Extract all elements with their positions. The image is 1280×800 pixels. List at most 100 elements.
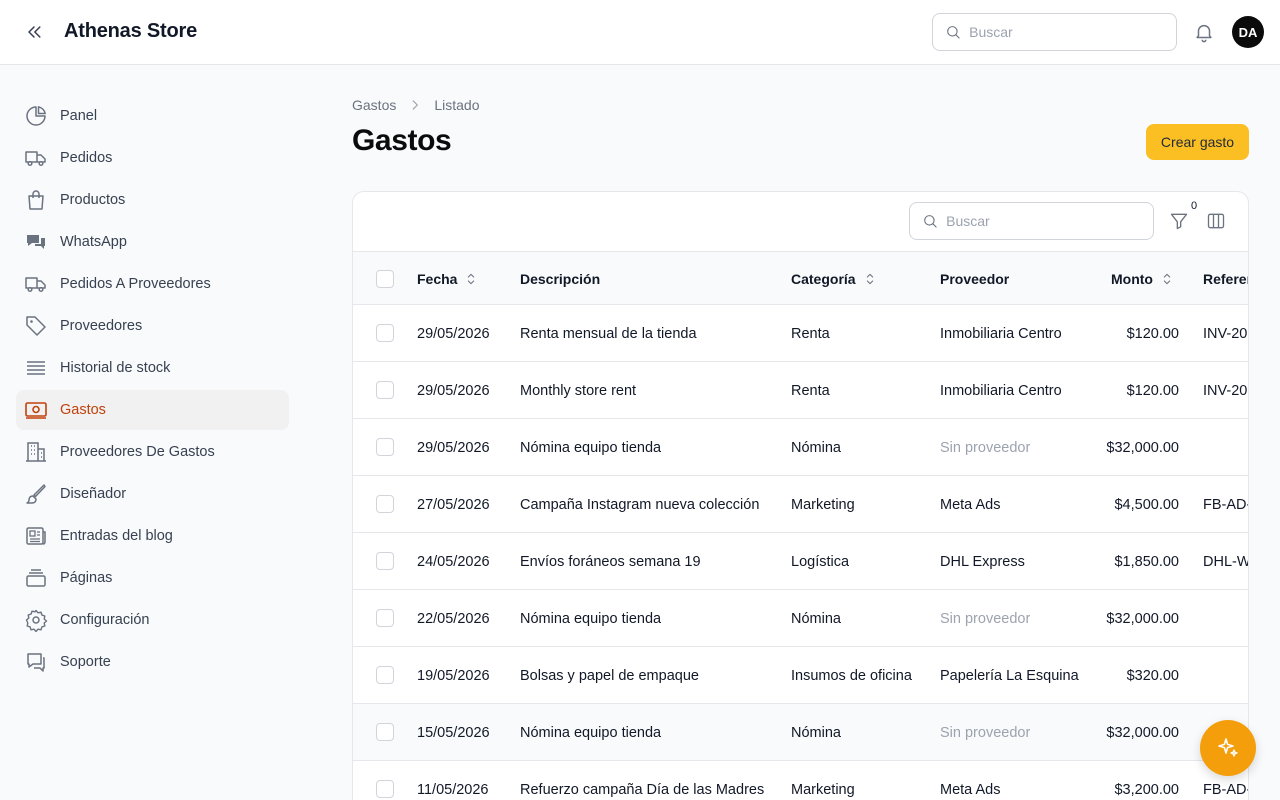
cell-provider: Meta Ads: [940, 496, 1001, 513]
chat-bubbles-icon: [24, 230, 48, 254]
column-header-amount[interactable]: Monto: [1111, 252, 1175, 305]
avatar[interactable]: DA: [1232, 16, 1264, 48]
sidebar-item-label: Pedidos A Proveedores: [60, 276, 211, 292]
column-header-category[interactable]: Categoría: [791, 252, 878, 305]
row-checkbox[interactable]: [376, 666, 394, 684]
header-search-input[interactable]: [969, 24, 1176, 40]
column-header-label: Proveedor: [940, 270, 1010, 287]
truck-icon: [24, 146, 48, 170]
table-row[interactable]: 24/05/2026 Envíos foráneos semana 19 Logís…: [353, 533, 1249, 590]
cell-amount: $120.00: [1126, 382, 1179, 399]
header-search[interactable]: [932, 13, 1177, 51]
cell-provider: Sin proveedor: [940, 724, 1031, 741]
search-icon: [945, 23, 961, 41]
columns-icon[interactable]: [1204, 209, 1228, 233]
sort-icon[interactable]: [862, 271, 878, 287]
sidebar-item-paginas[interactable]: Páginas: [16, 558, 289, 598]
sidebar-item-label: Gastos: [60, 402, 106, 418]
paintbrush-icon: [24, 482, 48, 506]
ai-assistant-button[interactable]: [1200, 720, 1256, 776]
table-body: 29/05/2026 Renta mensual de la tienda Rent…: [353, 305, 1249, 800]
row-checkbox[interactable]: [376, 495, 394, 513]
cell-provider: Sin proveedor: [940, 610, 1031, 627]
column-header-label: Categoría: [791, 270, 856, 287]
sidebar-item-proveedores[interactable]: Proveedores: [16, 306, 289, 346]
filter-icon[interactable]: [1167, 209, 1191, 233]
cell-category: Marketing: [791, 496, 855, 513]
table-row[interactable]: 29/05/2026 Renta mensual de la tienda Rent…: [353, 305, 1248, 362]
table-search[interactable]: [909, 202, 1154, 240]
row-checkbox[interactable]: [376, 552, 394, 570]
sidebar-item-label: Historial de stock: [60, 360, 171, 376]
cell-description: Nómina equipo tienda: [520, 439, 662, 456]
sidebar-item-pedidos[interactable]: Pedidos: [16, 138, 289, 178]
table-row[interactable]: 22/05/2026 Nómina equipo tienda Nómina Sin …: [353, 590, 1248, 647]
cell-reference: [1203, 419, 1248, 476]
table-row[interactable]: 29/05/2026 Nómina equipo tienda Nómina Sin …: [353, 419, 1248, 476]
cell-reference: [1203, 590, 1248, 647]
table-search-input[interactable]: [946, 213, 1153, 229]
table-row[interactable]: 29/05/2026 Monthly store rent Renta Inmobil…: [353, 362, 1248, 419]
column-header-label: Referencia: [1203, 270, 1248, 287]
sort-icon[interactable]: [1159, 271, 1175, 287]
stack-icon: [24, 356, 48, 380]
select-all-checkbox[interactable]: [376, 270, 394, 288]
bell-icon[interactable]: [1192, 20, 1216, 44]
cell-date: 11/05/2026: [417, 781, 489, 798]
row-checkbox[interactable]: [376, 381, 394, 399]
sidebar-item-pedidos-proveedores[interactable]: Pedidos A Proveedores: [16, 264, 289, 304]
table-row[interactable]: 19/05/2026 Bolsas y papel de empaque Insum…: [353, 647, 1248, 704]
sidebar-item-label: Configuración: [60, 612, 150, 628]
cell-category: Nómina: [791, 439, 841, 456]
sort-icon[interactable]: [463, 271, 479, 287]
cell-reference: INV-20: [1203, 382, 1248, 399]
cell-category: Renta: [791, 325, 830, 342]
sidebar-item-configuracion[interactable]: Configuración: [16, 600, 289, 640]
table-row[interactable]: 11/05/2026 Refuerzo campaña Día de las Ma…: [353, 761, 1248, 800]
sidebar-item-label: Proveedores: [60, 318, 143, 334]
top-bar: Athenas Store DA: [0, 0, 1280, 65]
sidebar-item-label: Productos: [60, 192, 126, 208]
sidebar-item-gastos[interactable]: Gastos: [16, 390, 289, 430]
column-header-date[interactable]: Fecha: [417, 252, 479, 305]
chevrons-left-icon[interactable]: [22, 20, 46, 44]
sidebar-item-blog[interactable]: Entradas del blog: [16, 516, 289, 556]
sidebar-item-label: Páginas: [60, 570, 113, 586]
cell-date: 29/05/2026: [417, 382, 490, 399]
row-checkbox[interactable]: [376, 723, 394, 741]
row-checkbox[interactable]: [376, 609, 394, 627]
cell-amount: $320.00: [1126, 667, 1179, 684]
chevron-right-icon: [408, 98, 422, 112]
row-checkbox[interactable]: [376, 438, 394, 456]
sidebar-item-whatsapp[interactable]: WhatsApp: [16, 222, 289, 262]
sidebar: Panel Pedidos Productos WhatsApp Pedidos…: [0, 65, 305, 800]
cell-amount: $1,850.00: [1114, 553, 1179, 570]
tag-icon: [24, 314, 48, 338]
sidebar-item-soporte[interactable]: Soporte: [16, 642, 289, 682]
column-header-reference: Referencia: [1203, 252, 1248, 305]
row-checkbox[interactable]: [376, 780, 394, 798]
table-header: Fecha Descripción Categoría Proveedor Mo…: [353, 252, 1248, 305]
sidebar-item-disenador[interactable]: Diseñador: [16, 474, 289, 514]
breadcrumb-parent[interactable]: Gastos: [352, 97, 396, 113]
cell-amount: $32,000.00: [1106, 439, 1179, 456]
column-header-label: Fecha: [417, 270, 458, 287]
cell-description: Renta mensual de la tienda: [520, 325, 697, 342]
cell-provider: Sin proveedor: [940, 439, 1031, 456]
cell-date: 24/05/2026: [417, 553, 490, 570]
sidebar-item-productos[interactable]: Productos: [16, 180, 289, 220]
cell-description: Bolsas y papel de empaque: [520, 667, 699, 684]
sidebar-item-label: Panel: [60, 108, 98, 124]
sidebar-item-label: WhatsApp: [60, 234, 127, 250]
row-checkbox[interactable]: [376, 324, 394, 342]
table-row[interactable]: 15/05/2026 Nómina equipo tienda Nómina Sin …: [353, 704, 1248, 761]
cell-reference: DHL-W: [1203, 553, 1249, 570]
cell-date: 29/05/2026: [417, 325, 490, 342]
sidebar-item-historial-stock[interactable]: Historial de stock: [16, 348, 289, 388]
sidebar-item-label: Diseñador: [60, 486, 127, 502]
sidebar-item-panel[interactable]: Panel: [16, 96, 289, 136]
create-expense-button[interactable]: Crear gasto: [1146, 124, 1249, 160]
cell-provider: Papelería La Esquina: [940, 667, 1079, 684]
table-row[interactable]: 27/05/2026 Campaña Instagram nueva colecc…: [353, 476, 1248, 533]
sidebar-item-proveedores-gastos[interactable]: Proveedores De Gastos: [16, 432, 289, 472]
